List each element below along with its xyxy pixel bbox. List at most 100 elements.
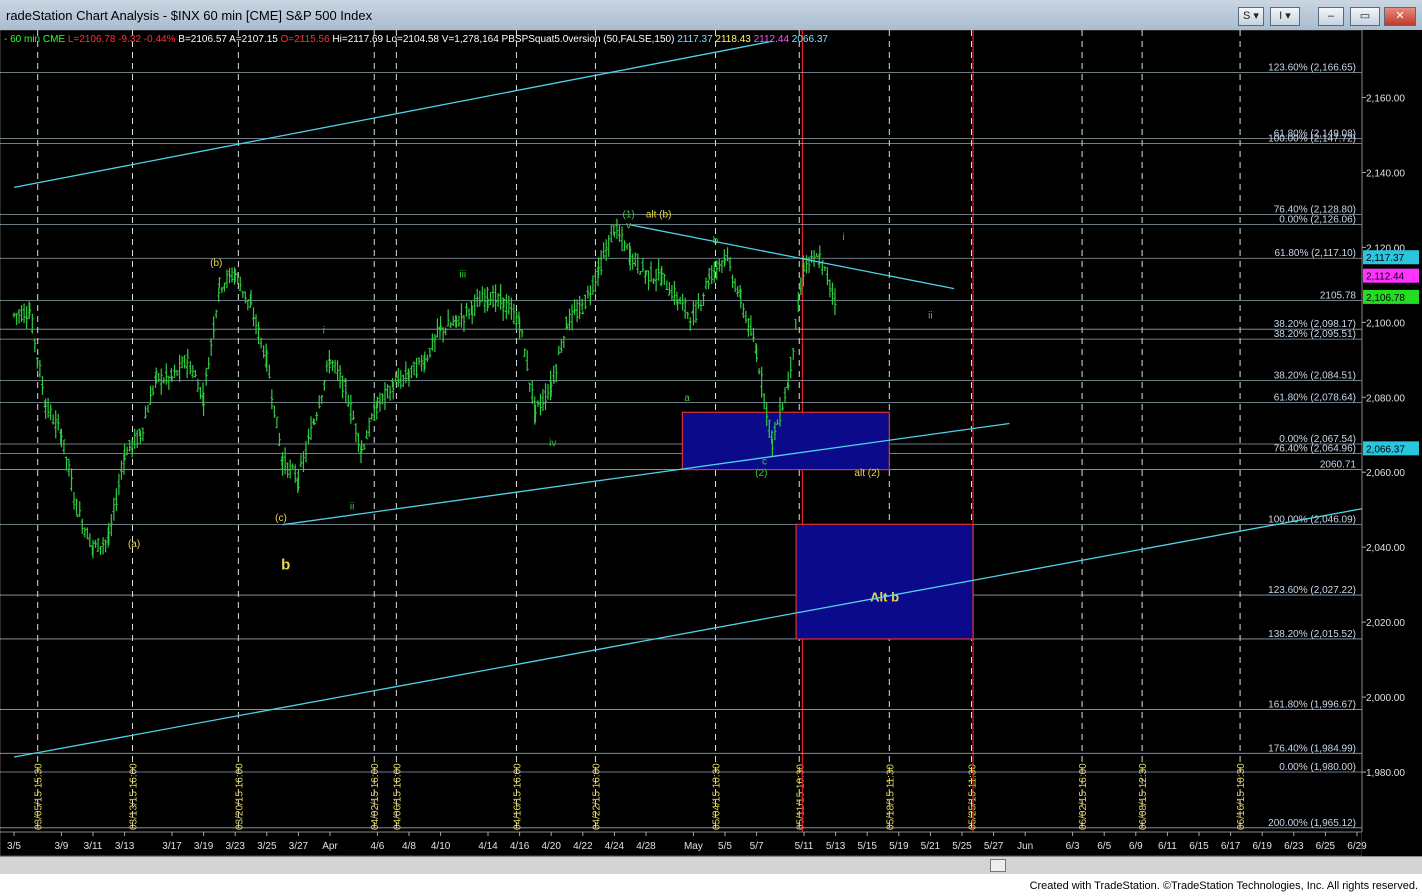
y-tick-label: 1,980.00 (1366, 768, 1405, 779)
x-tick-label: 4/28 (636, 841, 656, 852)
fib-level-label: 138.20% (2,015.52) (1268, 629, 1356, 640)
time-scrollbar[interactable] (0, 856, 1422, 874)
scroll-thumb[interactable] (990, 859, 1006, 872)
minimize-button[interactable]: – (1318, 7, 1344, 26)
info-field: PBSPSquat5.0version (50,FALSE,150) (499, 34, 675, 45)
y-tick-label: 2,000.00 (1366, 693, 1405, 704)
vertical-date-label: 04/16/15 16:00 (512, 763, 523, 830)
x-tick-label: 4/20 (541, 841, 561, 852)
info-field: V=1,278,164 (439, 34, 499, 45)
info-field: - 60 min (4, 34, 40, 45)
price-chart[interactable]: 03/05/15 15:30 03/13/15 16:00 03/20/15 16:… (0, 29, 1422, 857)
x-tick-label: 5/7 (750, 841, 764, 852)
vertical-date-label: 06/08/15 12:30 (1138, 763, 1149, 830)
vertical-date-label: 03/13/15 16:00 (129, 763, 140, 830)
x-tick-label: 3/5 (7, 841, 21, 852)
info-field: 2112.44 (751, 34, 790, 45)
copyright-text: Created with TradeStation. ©TradeStation… (1029, 880, 1418, 892)
x-tick-label: 3/27 (289, 841, 309, 852)
fib-level-label: 61.80% (2,078.64) (1274, 392, 1356, 403)
fib-level-label: 76.40% (2,064.96) (1274, 444, 1356, 455)
wave-label: (b) (210, 258, 222, 269)
x-tick-label: 6/25 (1316, 841, 1336, 852)
close-icon: ✕ (1395, 10, 1405, 22)
info-field: O=2115.56 (278, 34, 330, 45)
wave-label: (a) (128, 539, 140, 550)
x-tick-label: Apr (322, 841, 338, 852)
info-field: B=2106.57 (176, 34, 228, 45)
interval-button[interactable]: I ▾ (1270, 7, 1300, 26)
x-tick-label: 5/25 (952, 841, 972, 852)
x-tick-label: 6/29 (1347, 841, 1367, 852)
info-field: 2066.37 (789, 34, 828, 45)
x-tick-label: 6/3 (1066, 841, 1080, 852)
x-tick-label: 6/9 (1129, 841, 1143, 852)
vertical-date-label: 03/20/15 16:00 (234, 763, 245, 830)
info-field: 2118.43 (713, 34, 752, 45)
chart-canvas: 03/05/15 15:30 03/13/15 16:00 03/20/15 16:… (0, 29, 1422, 857)
x-tick-label: 3/13 (115, 841, 135, 852)
x-tick-label: 6/23 (1284, 841, 1304, 852)
fib-level-label: 0.00% (2,126.06) (1279, 215, 1356, 226)
vertical-date-label: 06/16/15 10:30 (1236, 763, 1247, 830)
wave-label: alt (2) (854, 468, 880, 479)
info-bar: - 60 min CME L=2106.78 -9.32 -0.44% B=21… (4, 34, 828, 45)
wave-label: i (323, 326, 325, 337)
x-tick-label: 6/19 (1252, 841, 1272, 852)
x-tick-label: 5/15 (857, 841, 877, 852)
wave-label: i (842, 232, 844, 243)
footer: Created with TradeStation. ©TradeStation… (0, 874, 1422, 896)
window-title: radeStation Chart Analysis - $INX 60 min… (6, 8, 373, 23)
maximize-button[interactable]: ▭ (1350, 7, 1380, 26)
wave-label: alt (b) (646, 209, 672, 220)
x-tick-label: 5/27 (984, 841, 1004, 852)
fib-level-label: 176.40% (1,984.99) (1268, 743, 1356, 754)
y-tick-label: 2,060.00 (1366, 468, 1405, 479)
wave-label: v (626, 221, 631, 232)
info-field: -0.44% (141, 34, 176, 45)
fib-level-label: 123.60% (2,027.22) (1268, 585, 1356, 596)
interval-label: I (1279, 10, 1283, 22)
x-tick-label: 4/6 (370, 841, 384, 852)
fib-level-label: 2105.78 (1320, 291, 1357, 302)
wave-label: (c) (275, 513, 287, 524)
wave-label: b (281, 557, 290, 574)
price-tag-label: 2,112.44 (1366, 272, 1405, 283)
wave-label: (2) (755, 468, 767, 479)
x-tick-label: 6/17 (1221, 841, 1241, 852)
wave-label: iii (459, 269, 466, 280)
fib-level-label: 0.00% (1,980.00) (1279, 762, 1356, 773)
price-tag-label: 2,117.37 (1366, 253, 1405, 264)
minimize-icon: – (1327, 10, 1335, 22)
price-tag-label: 2,066.37 (1366, 444, 1405, 455)
maximize-icon: ▭ (1359, 10, 1371, 22)
x-tick-label: 6/5 (1097, 841, 1111, 852)
y-tick-label: 2,040.00 (1366, 543, 1405, 554)
target-box (681, 411, 890, 471)
symbol-link-button[interactable]: S ▾ (1238, 7, 1264, 26)
info-field: CME (40, 34, 65, 45)
target-box (795, 523, 974, 640)
x-tick-label: 4/22 (573, 841, 593, 852)
vertical-date-label: 03/05/15 15:30 (34, 763, 45, 830)
fib-level-label: 161.80% (1,996.67) (1268, 700, 1356, 711)
x-tick-label: 5/13 (826, 841, 846, 852)
x-tick-label: 5/11 (795, 841, 814, 852)
fib-level-label: 100.00% (2,147.72) (1268, 133, 1356, 144)
wave-label: b (713, 236, 719, 247)
vertical-date-label: 05/18/15 11:30 (885, 764, 896, 830)
y-tick-label: 2,160.00 (1366, 93, 1405, 104)
x-tick-label: 3/11 (84, 841, 103, 852)
fib-level-label: 123.60% (2,166.65) (1268, 63, 1356, 74)
x-tick-label: Jun (1017, 841, 1033, 852)
symbol-link-label: S (1243, 10, 1251, 22)
y-tick-label: 2,020.00 (1366, 618, 1405, 629)
info-field: A=2107.15 (227, 34, 278, 45)
x-tick-label: 4/10 (431, 841, 451, 852)
y-tick-label: 2,140.00 (1366, 168, 1405, 179)
x-tick-label: 3/19 (194, 841, 214, 852)
x-tick-label: 3/9 (54, 841, 68, 852)
x-tick-label: 6/15 (1189, 841, 1209, 852)
close-button[interactable]: ✕ (1384, 7, 1416, 26)
wave-label: a (684, 393, 690, 404)
